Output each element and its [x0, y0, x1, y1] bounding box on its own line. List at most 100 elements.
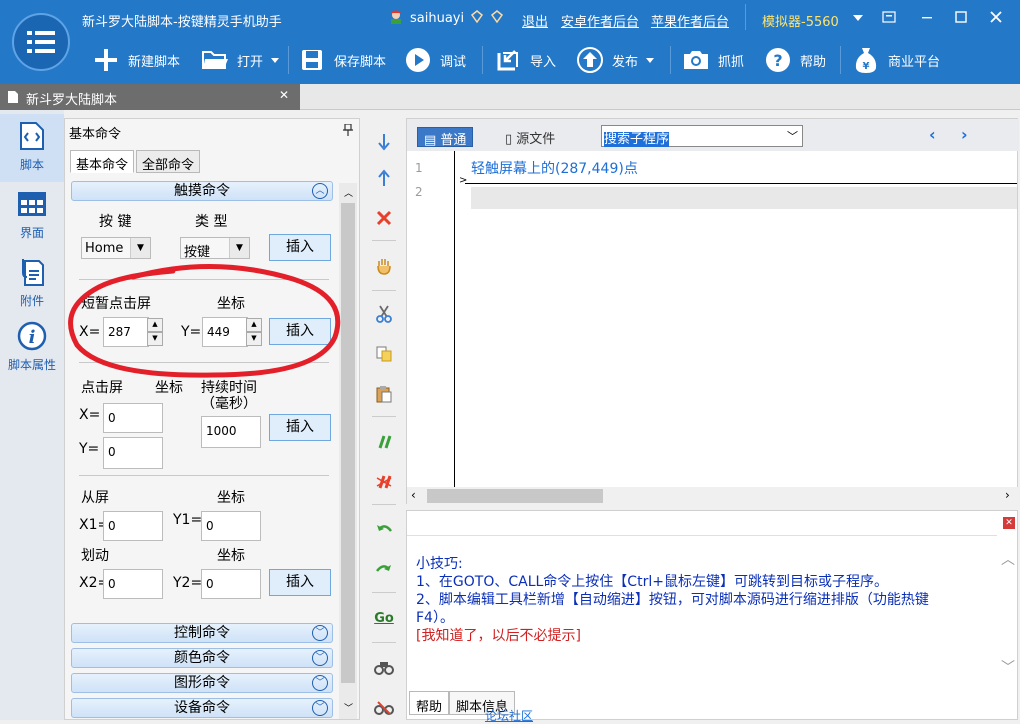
document-tab-label: 新斗罗大陆脚本 — [26, 93, 118, 108]
tab-help[interactable]: 帮助 — [409, 691, 450, 715]
app-logo[interactable] — [12, 13, 70, 71]
new-script-button[interactable]: 新建脚本 — [92, 44, 180, 76]
line-separator — [465, 183, 1017, 184]
subroutine-search-select[interactable]: 搜索子程序 ﹀ — [601, 125, 803, 147]
control-commands-section[interactable]: 控制命令 ﹀ — [71, 623, 333, 643]
save-script-label: 保存脚本 — [334, 54, 387, 70]
business-platform-button[interactable]: ¥ 商业平台 — [852, 44, 940, 76]
current-line-highlight[interactable] — [471, 187, 1017, 209]
duration-input[interactable]: 1000 — [201, 416, 261, 448]
paste-icon[interactable] — [370, 380, 398, 408]
apple-backend-link[interactable]: 苹果作者后台 — [651, 11, 729, 30]
replace-icon[interactable] — [370, 694, 398, 722]
insert-swipe-button[interactable]: 插入 — [269, 569, 331, 596]
publish-button[interactable]: 发布 — [576, 44, 655, 76]
swipe-x1-input[interactable]: 0 — [103, 511, 163, 541]
scroll-right-icon[interactable]: › — [1005, 488, 1010, 502]
copy-icon[interactable] — [370, 340, 398, 368]
swipe-y2-input[interactable]: 0 — [201, 569, 261, 599]
key-select[interactable]: Home ▼ — [81, 237, 151, 259]
goto-icon[interactable]: Go — [370, 604, 398, 632]
scroll-down-icon[interactable]: ﹀ — [344, 701, 353, 714]
dismiss-tips-link[interactable]: [我知道了，以后不必提示] — [416, 625, 581, 645]
undo-icon[interactable] — [370, 516, 398, 544]
color-commands-section[interactable]: 颜色命令 ﹀ — [71, 648, 333, 668]
sidebar-item-script[interactable]: 脚本 — [0, 114, 64, 182]
upload-icon — [576, 46, 604, 74]
close-tab-icon[interactable]: ✕ — [279, 88, 289, 102]
document-tab[interactable]: 新斗罗大陆脚本 ✕ — [0, 84, 300, 110]
close-icon[interactable] — [988, 9, 1004, 29]
minimize-icon[interactable] — [920, 10, 934, 28]
tab-all-commands[interactable]: 全部命令 — [136, 150, 201, 173]
scrollbar-thumb[interactable] — [427, 489, 603, 503]
redo-icon[interactable] — [370, 556, 398, 584]
scroll-down-icon[interactable]: ﹀ — [1001, 657, 1015, 677]
sidebar-item-attachment[interactable]: 附件 — [0, 250, 64, 318]
device-commands-section[interactable]: 设备命令 ﹀ — [71, 698, 333, 718]
scroll-up-icon[interactable]: ︿ — [1001, 549, 1015, 569]
logout-link[interactable]: 退出 — [522, 11, 548, 30]
chevron-down-icon[interactable] — [271, 53, 280, 68]
scroll-up-icon[interactable]: ︿ — [344, 186, 353, 199]
document-icon — [7, 90, 19, 108]
camera-icon — [682, 46, 710, 74]
info-icon: i — [16, 320, 48, 352]
sidebar-item-ui[interactable]: 界面 — [0, 182, 64, 250]
open-button[interactable]: 打开 — [201, 44, 280, 76]
move-down-icon[interactable] — [370, 128, 398, 156]
hand-icon[interactable] — [370, 252, 398, 280]
comment-icon[interactable] — [370, 428, 398, 456]
save-script-button[interactable]: 保存脚本 — [298, 44, 386, 76]
chevron-down-icon[interactable] — [646, 53, 655, 68]
emulator-select[interactable]: 模拟器-5560 — [762, 11, 839, 30]
move-up-icon[interactable] — [370, 164, 398, 192]
expand-icon: ﹀ — [312, 625, 328, 641]
touch-commands-section[interactable]: 触摸命令 ︿ — [71, 181, 333, 201]
key-label: 按 键 — [99, 214, 132, 230]
insert-key-button[interactable]: 插入 — [269, 234, 331, 261]
mode-normal-button[interactable]: ▤ 普通 — [417, 127, 474, 148]
key-value: Home — [85, 241, 124, 256]
editor-horizontal-scrollbar[interactable]: ‹ › — [407, 487, 1019, 505]
mode-source-button[interactable]: ▯ 源文件 — [499, 127, 561, 147]
graphic-commands-section[interactable]: 图形命令 ﹀ — [71, 673, 333, 693]
debug-button[interactable]: 调试 — [404, 44, 466, 76]
close-icon[interactable]: ✕ — [1003, 517, 1015, 529]
save-icon — [298, 46, 326, 74]
maximize-icon[interactable] — [954, 10, 968, 28]
prev-arrow-icon[interactable]: ‹ — [929, 125, 936, 144]
expand-icon: ﹀ — [312, 675, 328, 691]
line-number: 1 — [415, 161, 423, 175]
scroll-left-icon[interactable]: ‹ — [411, 488, 416, 502]
divider — [372, 504, 396, 505]
community-link[interactable]: 论坛社区 — [485, 707, 533, 724]
swipe-x2-input[interactable]: 0 — [103, 569, 163, 599]
pin-icon[interactable] — [343, 123, 353, 140]
next-arrow-icon[interactable]: › — [961, 125, 968, 144]
normal-view-icon: ▤ — [424, 133, 441, 148]
divider — [372, 416, 396, 417]
import-button[interactable]: 导入 — [494, 44, 556, 76]
divider — [372, 642, 396, 643]
delete-icon[interactable] — [370, 204, 398, 232]
press-y-input[interactable]: 0 — [103, 437, 163, 469]
chevron-down-icon[interactable] — [852, 12, 864, 27]
capture-button[interactable]: 抓抓 — [682, 44, 744, 76]
tab-basic-commands[interactable]: 基本命令 — [70, 150, 135, 173]
android-backend-link[interactable]: 安卓作者后台 — [561, 11, 639, 30]
help-button[interactable]: ? 帮助 — [764, 44, 826, 76]
find-icon[interactable] — [370, 654, 398, 682]
insert-press-button[interactable]: 插入 — [269, 414, 331, 441]
type-select[interactable]: 按键 ▼ — [180, 237, 250, 260]
uncomment-icon[interactable] — [370, 468, 398, 496]
cut-icon[interactable] — [370, 300, 398, 328]
tip-line: 2、脚本编辑工具栏新增【自动缩进】按钮，可对脚本源码进行缩进排版（功能热键 — [416, 592, 929, 608]
swipe-y1-input[interactable]: 0 — [201, 511, 261, 541]
code-line[interactable]: 轻触屏幕上的(287,449)点 — [471, 158, 638, 178]
sidebar-item-properties[interactable]: i 脚本属性 — [0, 314, 64, 382]
press-x-input[interactable]: 0 — [103, 403, 163, 433]
money-bag-icon: ¥ — [852, 46, 880, 74]
menu-icon[interactable] — [882, 10, 896, 28]
script-file-icon — [16, 120, 48, 152]
